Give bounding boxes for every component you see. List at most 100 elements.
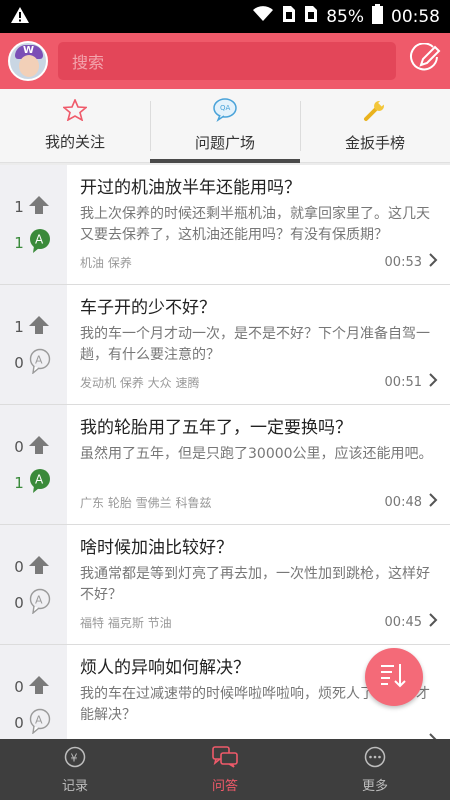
question-time: 00:51 xyxy=(384,374,422,390)
nav-label: 记录 xyxy=(61,778,88,794)
nav-label: 问答 xyxy=(211,778,238,794)
tab-bar: 我的关注 QA 问题广场 金扳手榜 xyxy=(0,89,450,163)
nav-record[interactable]: ¥ 记录 xyxy=(0,739,150,800)
sim-card-icon xyxy=(282,5,296,28)
warning-icon xyxy=(10,6,30,28)
yuan-coin-icon: ¥ xyxy=(64,746,86,772)
question-title: 啥时候加油比较好？ xyxy=(80,538,233,558)
svg-text:QA: QA xyxy=(220,104,231,112)
battery-percent: 85% xyxy=(326,6,364,27)
question-tags: 福特 福克斯 节油 xyxy=(80,615,172,630)
upvote-arrow-icon[interactable] xyxy=(28,555,50,579)
upvote-arrow-icon[interactable] xyxy=(28,315,50,339)
sim-card-2-icon xyxy=(304,5,318,28)
upvote-arrow-icon[interactable] xyxy=(28,435,50,459)
tab-my-follows[interactable]: 我的关注 xyxy=(0,89,150,162)
nav-label: 更多 xyxy=(361,778,388,794)
qa-bubble-icon: QA xyxy=(212,98,238,126)
question-content: 啥时候加油比较好？ 我通常都是等到灯亮了再去加，一次性加到跳枪，这样好不好？ 福特 … xyxy=(67,525,450,644)
question-footer: 机油 保养 00:53 xyxy=(80,252,438,272)
nav-more[interactable]: 更多 xyxy=(300,739,450,800)
upvote-arrow-icon[interactable] xyxy=(28,195,50,219)
sort-button[interactable] xyxy=(365,648,423,706)
upvote-count: 1 xyxy=(14,197,24,216)
answer-bubble-filled-icon: A xyxy=(28,468,52,498)
upvote-row[interactable]: 0 xyxy=(14,554,67,580)
question-body: 虽然用了五年，但是只跑了30000公里，应该还能用吧。 xyxy=(80,446,433,462)
answer-count: 1 xyxy=(14,473,24,492)
answer-row: 1A xyxy=(14,468,67,498)
ask-question-button[interactable] xyxy=(408,42,442,79)
question-item[interactable]: 0 0 A 啥时候加油比较好？ 我通常都是等到灯亮了再去加，一次性加到跳枪，这样好不好？… xyxy=(0,525,450,645)
tab-question-square[interactable]: QA 问题广场 xyxy=(150,89,300,163)
chevron-right-icon[interactable] xyxy=(428,612,438,632)
bottom-navigation: ¥ 记录 问答 更多 xyxy=(0,739,450,800)
question-title: 车子开的少不好？ xyxy=(80,298,216,318)
tab-label: 金扳手榜 xyxy=(344,134,405,152)
question-body: 我的车一个月才动一次，是不是不好？下个月准备自驾一趟，有什么要注意的？ xyxy=(80,326,430,363)
vote-column: 11A xyxy=(0,165,67,284)
answer-count: 1 xyxy=(14,233,24,252)
answer-row: 0A xyxy=(14,708,67,738)
question-tags: 机油 保养 xyxy=(80,255,132,270)
answer-count: 0 xyxy=(14,593,24,612)
answer-bubble-icon: A xyxy=(28,708,52,738)
search-placeholder: 搜索 xyxy=(72,53,105,72)
star-icon xyxy=(61,97,89,125)
answer-count: 0 xyxy=(14,713,24,732)
upvote-count: 0 xyxy=(14,437,24,456)
tab-label: 问题广场 xyxy=(194,134,255,152)
answer-count: 0 xyxy=(14,353,24,372)
wrench-icon xyxy=(363,98,387,126)
answer-row: 1A xyxy=(14,228,67,258)
tab-label: 我的关注 xyxy=(44,133,105,151)
compose-icon xyxy=(409,42,441,79)
avatar[interactable] xyxy=(8,41,48,81)
upvote-count: 0 xyxy=(14,557,24,576)
question-tags: 发动机 保养 大众 速腾 xyxy=(80,375,200,390)
upvote-count: 0 xyxy=(14,677,24,696)
answer-bubble-icon: A xyxy=(28,588,52,618)
tab-golden-wrench-ranking[interactable]: 金扳手榜 xyxy=(300,89,450,162)
app-header: 搜索 xyxy=(0,33,450,89)
question-time: 00:53 xyxy=(384,254,422,270)
question-content: 开过的机油放半年还能用吗？ 我上次保养的时候还剩半瓶机油，就拿回家里了。这几天又要… xyxy=(67,165,450,284)
question-content: 我的轮胎用了五年了，一定要换吗？ 虽然用了五年，但是只跑了30000公里，应该还能… xyxy=(67,405,450,524)
sort-icon xyxy=(379,661,409,693)
question-footer: 广东 轮胎 雪佛兰 科鲁兹 00:48 xyxy=(80,492,438,512)
answer-row: 0A xyxy=(14,348,67,376)
search-input[interactable]: 搜索 xyxy=(58,42,396,80)
question-body: 我上次保养的时候还剩半瓶机油，就拿回家里了。这几天又要去保养了，这机油还能用吗？… xyxy=(80,206,430,243)
upvote-arrow-icon[interactable] xyxy=(28,675,50,699)
svg-text:A: A xyxy=(35,593,43,606)
question-time: 00:48 xyxy=(384,494,422,510)
question-item[interactable]: 1 0 A 车子开的少不好？ 我的车一个月才动一次，是不是不好？下个月准备自驾一趟，有什… xyxy=(0,285,450,405)
upvote-row[interactable]: 1 xyxy=(14,314,67,340)
question-item[interactable]: 1 1 A 开过的机油放半年还能用吗？ 我上次保养的时候还剩半瓶机油，就拿回家里了。这几… xyxy=(0,165,450,285)
question-tags: 广东 轮胎 雪佛兰 科鲁兹 xyxy=(80,495,212,510)
question-content: 车子开的少不好？ 我的车一个月才动一次，是不是不好？下个月准备自驾一趟，有什么要注… xyxy=(67,285,450,404)
vote-column: 0 1A xyxy=(0,405,67,524)
svg-text:A: A xyxy=(35,353,43,366)
svg-text:A: A xyxy=(35,232,44,246)
chevron-right-icon[interactable] xyxy=(428,252,438,272)
upvote-row[interactable]: 1 xyxy=(14,194,67,220)
upvote-row[interactable]: 0 xyxy=(14,434,67,460)
chevron-right-icon[interactable] xyxy=(428,372,438,392)
nav-qa[interactable]: 问答 xyxy=(150,739,300,800)
wifi-icon xyxy=(252,6,274,27)
upvote-row[interactable]: 0 xyxy=(14,674,67,700)
more-dots-icon xyxy=(364,746,386,772)
answer-bubble-filled-icon: A xyxy=(28,228,52,258)
question-footer: 发动机 保养 大众 速腾 00:51 xyxy=(80,372,438,392)
svg-text:A: A xyxy=(35,713,43,726)
question-item[interactable]: 0 1 A 我的轮胎用了五年了，一定要换吗？ 虽然用了五年，但是只跑了30000公里，应… xyxy=(0,405,450,525)
upvote-count: 1 xyxy=(14,317,24,336)
question-body: 我通常都是等到灯亮了再去加，一次性加到跳枪，这样好不好？ xyxy=(80,566,430,603)
status-bar: 85% 00:58 xyxy=(0,0,450,33)
battery-icon xyxy=(372,4,383,29)
chevron-right-icon[interactable] xyxy=(428,492,438,512)
chat-bubbles-icon xyxy=(212,745,238,772)
vote-column: 00A xyxy=(0,525,67,644)
svg-text:¥: ¥ xyxy=(71,751,78,764)
